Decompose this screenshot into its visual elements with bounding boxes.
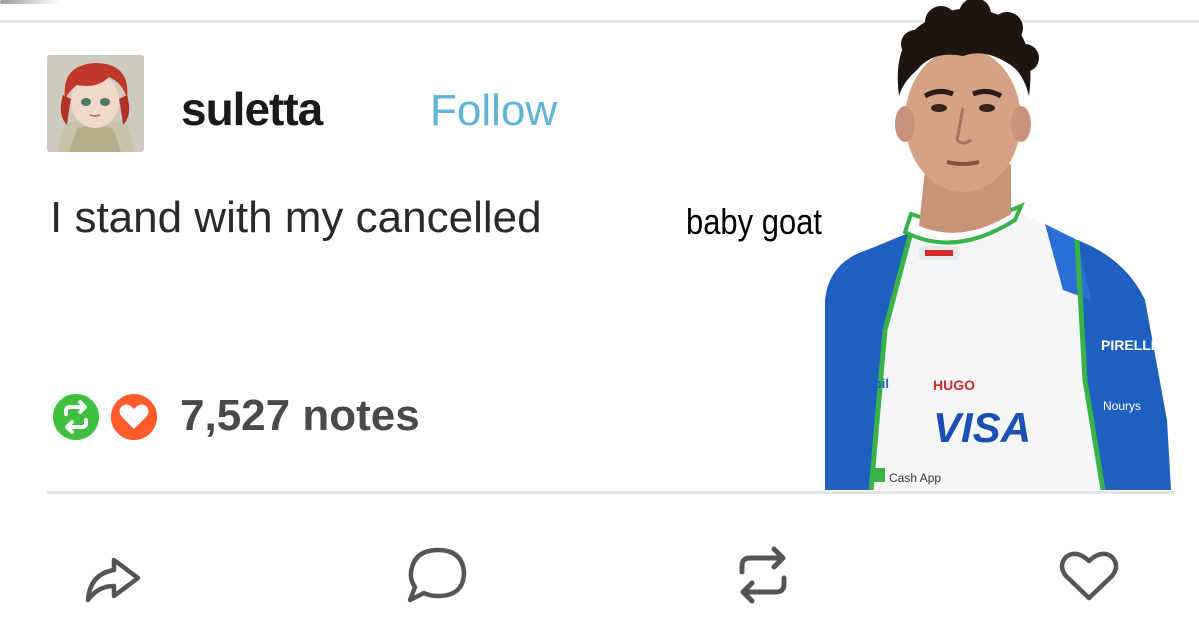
post-username[interactable]: suletta [181,82,323,136]
top-edge-shadow [0,0,60,4]
svg-text:PIRELLI: PIRELLI [1101,337,1155,353]
like-button[interactable] [1054,540,1124,610]
overlay-caption: baby goat [686,201,823,242]
svg-text:HUGO: HUGO [933,377,975,393]
svg-text:VISA: VISA [933,404,1031,451]
reblog-button[interactable] [728,540,798,610]
reply-icon [407,547,467,603]
avatar-image [47,55,144,152]
reblog-icon [64,400,88,434]
like-badge [108,391,160,443]
overlay-photo: VISA HUGO Mobil Cash App PIRELLI Nourys [825,0,1171,490]
reply-button[interactable] [402,540,472,610]
reblog-icon [739,546,787,604]
svg-text:Nourys: Nourys [1103,399,1141,413]
follow-button[interactable]: Follow [430,86,557,136]
heart-icon [1059,551,1119,601]
svg-text:Cash App: Cash App [889,471,941,485]
reblog-badge [50,391,102,443]
share-icon [85,557,141,603]
svg-text:Mobil: Mobil [855,376,889,391]
actions-divider [47,491,1175,494]
post-body-text: I stand with my cancelled [50,193,542,242]
user-avatar[interactable] [47,55,144,152]
share-button[interactable] [80,540,150,610]
notes-count[interactable]: 7,527 notes [180,391,420,441]
heart-icon [119,404,149,429]
